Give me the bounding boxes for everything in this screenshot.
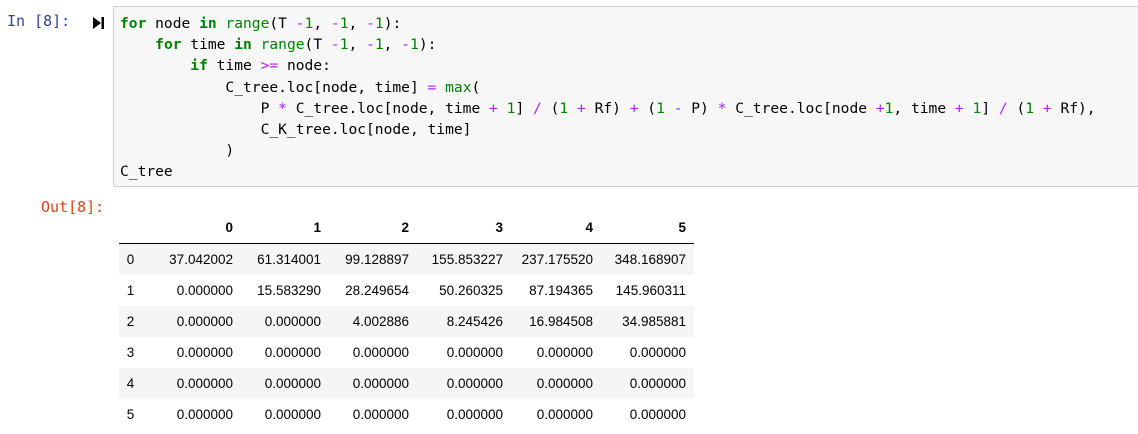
table-cell: 0.000000 — [352, 376, 409, 391]
table-cell: 0.000000 — [176, 314, 233, 329]
code-line-4: C_tree.loc[node, time] = max( — [120, 78, 481, 96]
column-header: 2 — [329, 211, 417, 244]
row-index: 4 — [126, 376, 135, 391]
table-cell: 0.000000 — [629, 407, 686, 422]
table-cell: 0.000000 — [446, 376, 503, 391]
table-cell: 99.128897 — [345, 252, 409, 267]
table-cell: 28.249654 — [345, 283, 409, 298]
table-row: 5 0.000000 0.000000 0.000000 0.000000 0.… — [119, 399, 694, 430]
table-cell: 0.000000 — [352, 407, 409, 422]
step-run-icon[interactable] — [90, 15, 106, 31]
table-cell: 0.000000 — [264, 314, 321, 329]
table-cell: 0.000000 — [264, 345, 321, 360]
output-prompt: Out[8]: — [41, 198, 105, 216]
table-row: 3 0.000000 0.000000 0.000000 0.000000 0.… — [119, 337, 694, 368]
dataframe-table: 0 1 2 3 4 5 0 37.042002 61.314001 99.128… — [119, 211, 694, 430]
table-header-row: 0 1 2 3 4 5 — [119, 211, 694, 244]
table-cell: 0.000000 — [629, 376, 686, 391]
code-line-7: ) — [120, 142, 235, 160]
table-cell: 0.000000 — [352, 345, 409, 360]
column-header: 1 — [241, 211, 329, 244]
row-index: 3 — [126, 345, 135, 360]
table-cell: 61.314001 — [257, 252, 321, 267]
code-line-1: for node in range(T -1, -1, -1): — [120, 15, 402, 32]
column-header: 3 — [417, 211, 511, 244]
table-row: 0 37.042002 61.314001 99.128897 155.8532… — [119, 243, 694, 275]
table-cell: 0.000000 — [536, 345, 593, 360]
code-editor[interactable]: for node in range(T -1, -1, -1): for tim… — [120, 13, 1096, 183]
table-cell: 0.000000 — [176, 407, 233, 422]
code-line-2: for time in range(T -1, -1, -1): — [155, 36, 437, 54]
code-line-5: P * C_tree.loc[node, time + 1] / (1 + Rf… — [120, 99, 1096, 117]
table-cell: 0.000000 — [176, 376, 233, 391]
code-line-3: if time >= node: — [190, 57, 331, 75]
table-cell: 155.853227 — [431, 252, 503, 267]
table-cell: 16.984508 — [529, 314, 593, 329]
table-cell: 37.042002 — [169, 252, 233, 267]
table-cell: 50.260325 — [439, 283, 503, 298]
row-index: 5 — [126, 407, 135, 422]
table-cell: 0.000000 — [264, 376, 321, 391]
input-prompt: In [8]: — [7, 12, 71, 30]
table-cell: 0.000000 — [176, 283, 233, 298]
table-cell: 145.960311 — [615, 283, 686, 298]
column-header: 4 — [511, 211, 601, 244]
table-row: 2 0.000000 0.000000 4.002886 8.245426 16… — [119, 306, 694, 337]
table-cell: 237.175520 — [521, 252, 593, 267]
row-index: 1 — [126, 283, 135, 298]
table-cell: 34.985881 — [622, 314, 686, 329]
table-cell: 0.000000 — [536, 376, 593, 391]
table-cell: 87.194365 — [529, 283, 593, 298]
table-cell: 0.000000 — [176, 345, 233, 360]
row-index: 2 — [126, 314, 135, 329]
column-header: 0 — [147, 211, 241, 244]
table-cell: 0.000000 — [446, 407, 503, 422]
table-cell: 15.583290 — [257, 283, 321, 298]
table-cell: 0.000000 — [629, 345, 686, 360]
table-cell: 0.000000 — [264, 407, 321, 422]
column-header — [119, 211, 147, 244]
table-cell: 0.000000 — [536, 407, 593, 422]
table-cell: 8.245426 — [446, 314, 503, 329]
column-header: 5 — [601, 211, 694, 244]
code-cell-input[interactable]: for node in range(T -1, -1, -1): for tim… — [113, 6, 1138, 187]
table-cell: 0.000000 — [446, 345, 503, 360]
code-line-6: C_K_tree.loc[node, time] — [120, 121, 472, 139]
table-row: 1 0.000000 15.583290 28.249654 50.260325… — [119, 275, 694, 306]
code-line-8: C_tree — [120, 163, 173, 181]
table-cell: 348.168907 — [614, 252, 686, 267]
table-row: 4 0.000000 0.000000 0.000000 0.000000 0.… — [119, 368, 694, 399]
table-cell: 4.002886 — [352, 314, 409, 329]
row-index: 0 — [126, 252, 135, 267]
